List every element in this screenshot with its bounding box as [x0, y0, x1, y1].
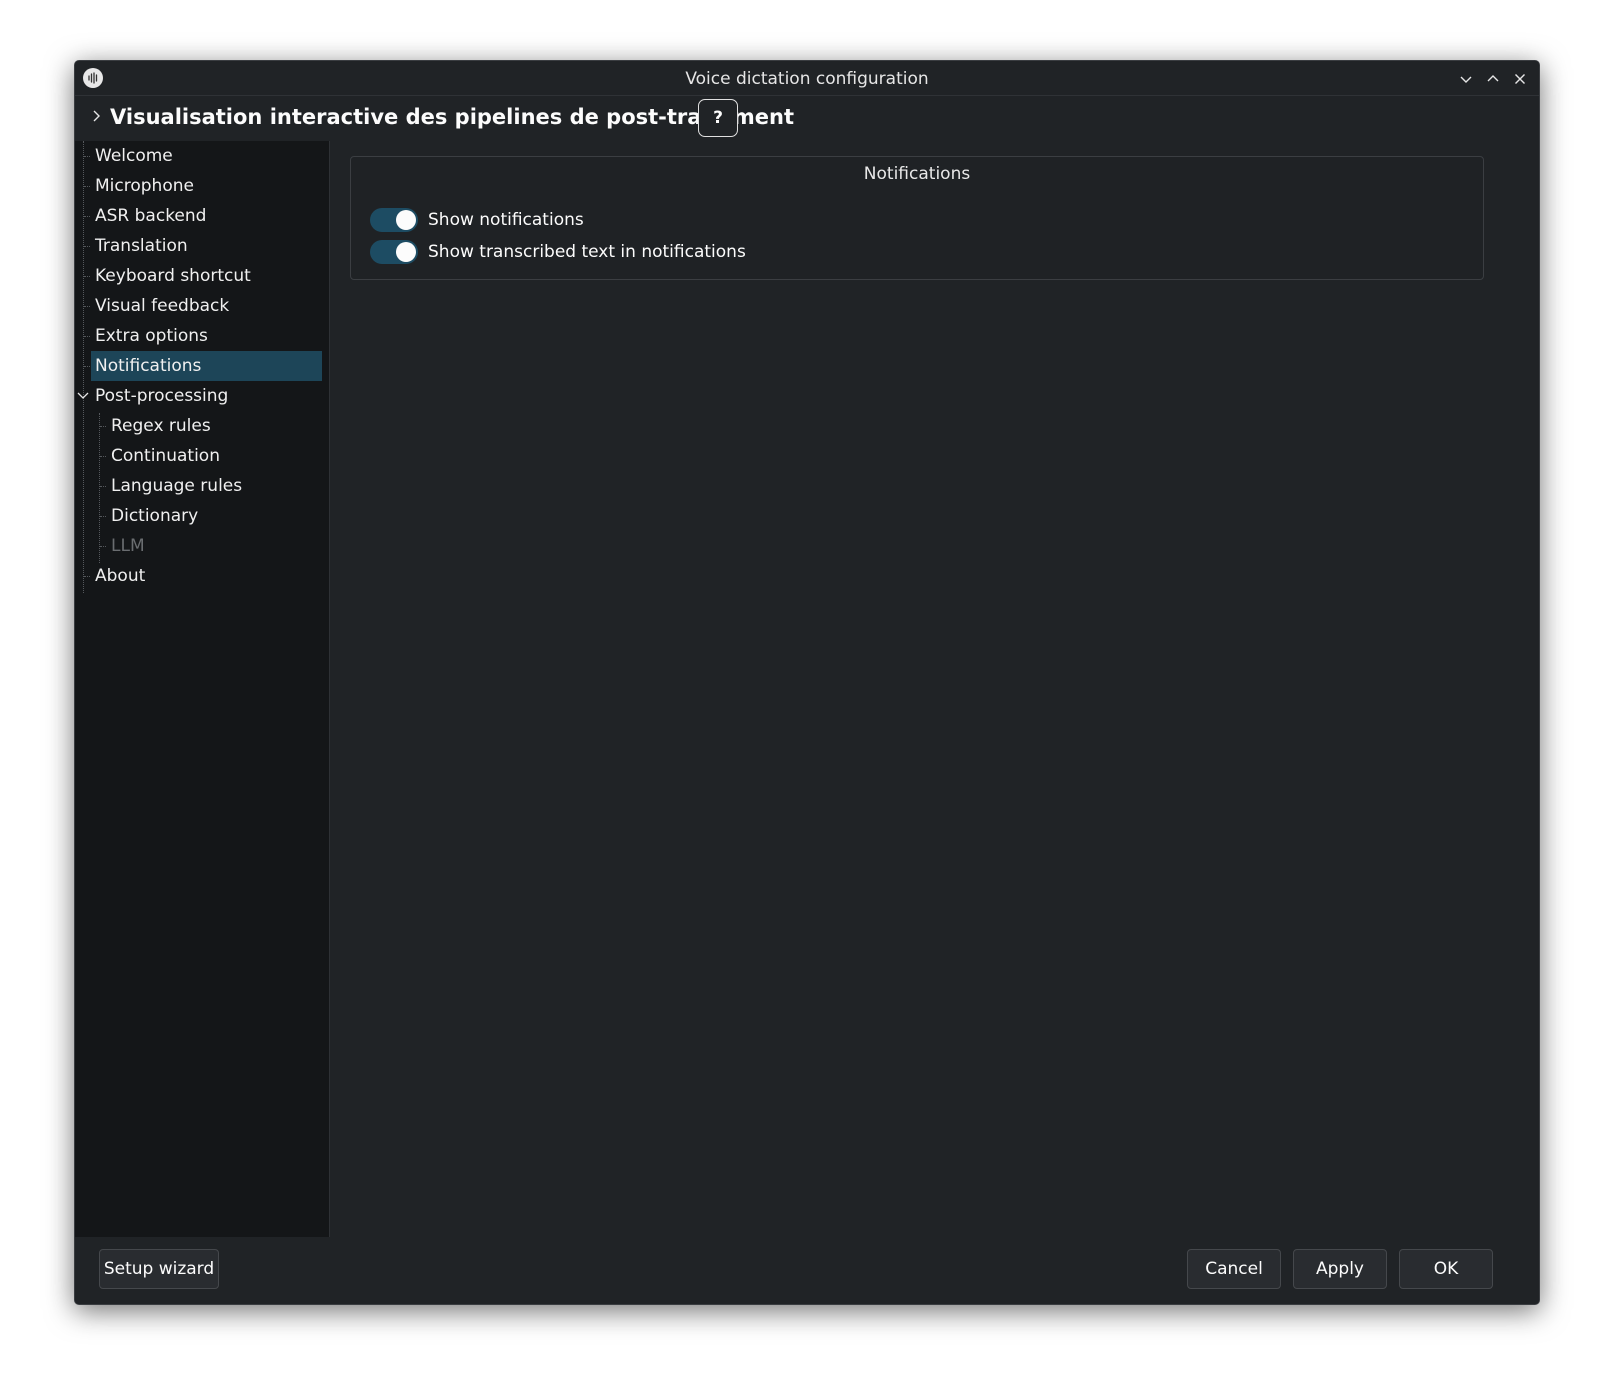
tree-connector [100, 456, 106, 457]
page-title: Visualisation interactive des pipelines … [110, 105, 795, 129]
chevron-down-icon[interactable] [77, 390, 89, 402]
tree-connector [84, 186, 90, 187]
sidebar-item-welcome[interactable]: Welcome [91, 141, 329, 171]
help-button[interactable]: ? [698, 99, 738, 137]
sidebar-item-microphone[interactable]: Microphone [91, 171, 329, 201]
tree-connector [83, 141, 84, 593]
sidebar-item-extra-options[interactable]: Extra options [91, 321, 329, 351]
tree-connector [84, 156, 90, 157]
tree-connector [84, 276, 90, 277]
sidebar-item-dictionary[interactable]: Dictionary [107, 501, 329, 531]
sidebar-item-post-processing[interactable]: Post-processing [91, 381, 329, 411]
show-transcribed-text-row[interactable]: Show transcribed text in notifications [370, 239, 746, 265]
sidebar-item-continuation[interactable]: Continuation [107, 441, 329, 471]
show-transcribed-text-toggle[interactable] [370, 240, 418, 264]
dialog-footer: Setup wizard Cancel Apply OK [75, 1237, 1539, 1304]
minimize-icon[interactable] [1456, 69, 1476, 89]
tree-connector [100, 486, 106, 487]
tree-connector [84, 306, 90, 307]
show-notifications-toggle[interactable] [370, 208, 418, 232]
toggle-label: Show transcribed text in notifications [428, 242, 746, 262]
sidebar-item-llm: LLM [111, 536, 145, 556]
chevron-right-icon[interactable] [90, 109, 104, 123]
apply-button[interactable]: Apply [1293, 1249, 1387, 1289]
tree-connector [99, 413, 100, 563]
close-icon[interactable] [1510, 69, 1530, 89]
sidebar-item-translation[interactable]: Translation [91, 231, 329, 261]
toggle-label: Show notifications [428, 210, 584, 230]
sidebar-item-keyboard-shortcut[interactable]: Keyboard shortcut [91, 261, 329, 291]
group-title: Notifications [863, 164, 971, 184]
breadcrumb: Visualisation interactive des pipelines … [75, 97, 1539, 141]
tree-connector [84, 216, 90, 217]
settings-tree: Welcome Microphone ASR backend Translati… [75, 141, 330, 1237]
tree-connector [84, 246, 90, 247]
tree-connector [84, 336, 90, 337]
config-window: Voice dictation configuration Visualisat… [74, 60, 1540, 1305]
maximize-icon[interactable] [1483, 69, 1503, 89]
tree-connector [84, 576, 90, 577]
window-title: Voice dictation configuration [685, 69, 929, 89]
tree-connector [100, 426, 106, 427]
tree-connector [100, 516, 106, 517]
sidebar-item-notifications[interactable]: Notifications [91, 351, 322, 381]
sidebar-item-about[interactable]: About [91, 561, 329, 591]
toggle-knob [396, 210, 416, 230]
sidebar-item-asr-backend[interactable]: ASR backend [91, 201, 329, 231]
settings-panel: Notifications Show notifications Show tr… [331, 141, 1539, 1237]
setup-wizard-button[interactable]: Setup wizard [99, 1249, 219, 1289]
tree-connector [100, 546, 106, 547]
sidebar-item-visual-feedback[interactable]: Visual feedback [91, 291, 329, 321]
cancel-button[interactable]: Cancel [1187, 1249, 1281, 1289]
sidebar-item-language-rules[interactable]: Language rules [107, 471, 329, 501]
notifications-group: Notifications Show notifications Show tr… [350, 156, 1484, 280]
sidebar-item-regex-rules[interactable]: Regex rules [107, 411, 329, 441]
toggle-knob [396, 242, 416, 262]
ok-button[interactable]: OK [1399, 1249, 1493, 1289]
tree-connector [84, 366, 90, 367]
show-notifications-row[interactable]: Show notifications [370, 207, 584, 233]
title-bar[interactable]: Voice dictation configuration [75, 61, 1539, 96]
